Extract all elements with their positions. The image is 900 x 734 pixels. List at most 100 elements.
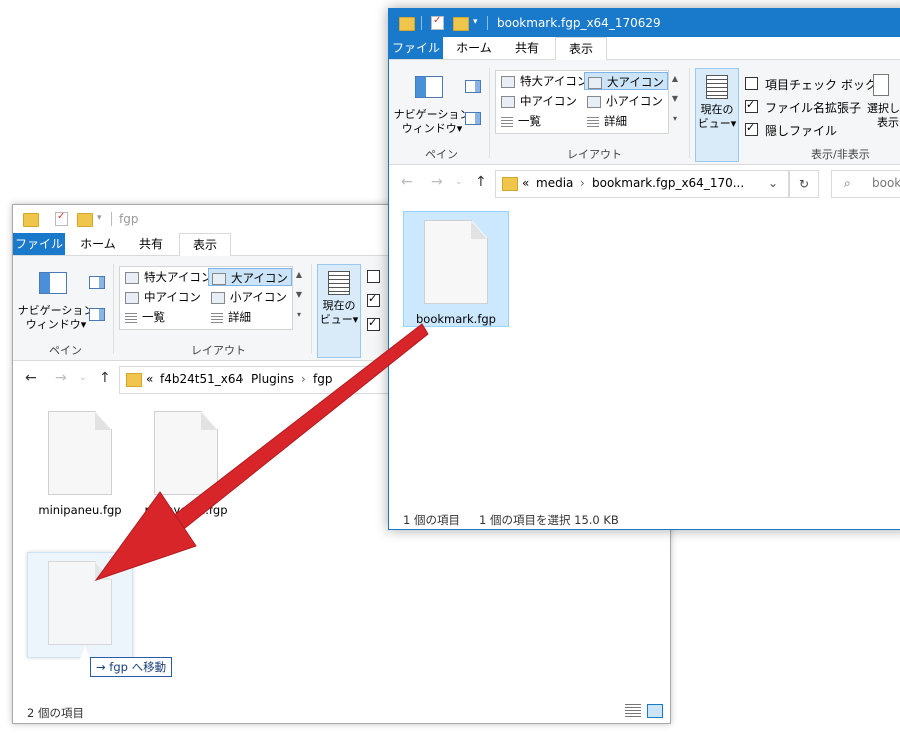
back-arrow-icon[interactable]: ← (25, 370, 37, 386)
back-arrow-icon[interactable]: ← (401, 174, 413, 190)
checkbox[interactable] (745, 98, 758, 113)
checkbox-item-check[interactable] (367, 270, 387, 285)
new-folder-icon[interactable] (77, 213, 93, 227)
tab-home[interactable]: ホーム (449, 37, 499, 59)
layout-list[interactable]: 一覧 (122, 308, 165, 326)
recent-locations-icon[interactable]: ⌄ (79, 373, 87, 383)
checkbox-hidden[interactable] (367, 316, 387, 333)
layout-small-icons[interactable]: 小アイコン (584, 92, 663, 110)
gallery-down-icon[interactable]: ▼ (669, 94, 681, 103)
new-folder-icon[interactable] (453, 17, 469, 31)
breadcrumb-f4b24t51[interactable]: f4b24t51_x64 (160, 372, 243, 386)
tab-view[interactable]: 表示 (555, 37, 607, 61)
tab-share[interactable]: 共有 (505, 37, 549, 59)
up-arrow-icon[interactable]: ↑ (99, 370, 111, 386)
gallery-down-icon[interactable]: ▼ (293, 290, 305, 299)
customize-toolbar-icon[interactable]: ▾ (473, 17, 478, 31)
layout-small-icons[interactable]: 小アイコン (208, 288, 287, 306)
checkbox-extensions[interactable]: ファイル名拡張子 (745, 98, 861, 116)
address-dropdown-icon[interactable]: ⌄ (768, 176, 778, 190)
file-minipaneu[interactable]: minipaneu.fgp (35, 411, 125, 517)
checkbox[interactable] (745, 77, 758, 90)
layout-extra-large-icons[interactable]: 特大アイコン (122, 268, 212, 286)
checkbox-hidden[interactable]: 隠しファイル (745, 121, 837, 139)
breadcrumb-plugins[interactable]: Plugins (251, 372, 294, 386)
file-replaygain[interactable]: replaygain.fgp (141, 411, 231, 517)
navigation-pane-button[interactable]: ナビゲーション ウィンドウ▾ (393, 72, 471, 136)
sort-by-icon (328, 271, 350, 295)
address-bar[interactable]: « f4b24t51_x64 › Plugins › fgp (119, 366, 421, 394)
layout-details[interactable]: 詳細 (584, 112, 627, 130)
title-bar[interactable]: ▾ bookmark.fgp_x64_170629 (389, 9, 900, 37)
gallery-up-icon[interactable]: ▲ (669, 74, 681, 83)
layout-extra-large-icons[interactable]: 特大アイコン (498, 72, 588, 90)
current-view-button[interactable]: 現在の ビュー▾ (317, 264, 361, 358)
breadcrumb-fgp[interactable]: fgp (313, 372, 332, 386)
layout-details[interactable]: 詳細 (208, 308, 251, 326)
layout-large-icons[interactable]: 大アイコン (208, 268, 292, 286)
layout-label: 特大アイコン (144, 270, 213, 284)
tab-view[interactable]: 表示 (179, 233, 231, 257)
checkbox[interactable] (367, 270, 380, 283)
breadcrumb-media[interactable]: media (536, 176, 573, 190)
details-pane-icon[interactable] (465, 112, 481, 125)
medium-icons-icon (125, 291, 139, 304)
current-view-label-2: ビュー▾ (319, 313, 359, 326)
large-icons-view-icon[interactable] (646, 703, 663, 718)
folder-icon (502, 177, 518, 191)
preview-pane-icon[interactable] (89, 276, 105, 289)
recent-locations-icon[interactable]: ⌄ (455, 177, 463, 187)
gallery-more-icon[interactable]: ▾ (293, 310, 305, 319)
checkbox[interactable] (367, 316, 380, 331)
properties-icon[interactable] (431, 15, 444, 30)
tab-file[interactable]: ファイル (389, 37, 443, 59)
gallery-more-icon[interactable]: ▾ (669, 114, 681, 123)
checkbox[interactable] (367, 292, 380, 307)
breadcrumb-separator[interactable]: › (580, 176, 585, 190)
breadcrumb-overflow[interactable]: « (522, 176, 529, 190)
refresh-button[interactable]: ↻ (789, 170, 819, 198)
layout-medium-icons[interactable]: 中アイコン (122, 288, 201, 306)
breadcrumb-separator[interactable]: › (301, 372, 306, 386)
preview-pane-icon[interactable] (465, 80, 481, 93)
refresh-icon: ↻ (798, 177, 810, 191)
file-name: minipaneu.fgp (38, 503, 122, 517)
layout-large-icons[interactable]: 大アイコン (584, 72, 668, 90)
details-pane-icon[interactable] (89, 308, 105, 321)
hide-selected-button[interactable]: 選択し 表示 (867, 74, 900, 130)
layout-label: 小アイコン (230, 290, 287, 304)
navigation-pane-label-2: ウィンドウ▾ (25, 318, 87, 331)
tab-home[interactable]: ホーム (73, 233, 123, 255)
checkbox-extensions[interactable] (367, 292, 387, 309)
layout-group-label: レイアウト (567, 148, 622, 161)
address-bar[interactable]: « media › bookmark.fgp_x64_170... ⌄ (495, 170, 789, 198)
window-title: bookmark.fgp_x64_170629 (497, 16, 661, 30)
current-view-button[interactable]: 現在の ビュー▾ (695, 68, 739, 162)
properties-icon[interactable] (55, 211, 68, 226)
details-view-icon[interactable] (625, 703, 641, 718)
file-bookmark[interactable]: bookmark.fgp (403, 211, 509, 327)
layout-list[interactable]: 一覧 (498, 112, 541, 130)
tab-file[interactable]: ファイル (13, 233, 65, 255)
customize-toolbar-icon[interactable]: ▾ (97, 213, 102, 227)
explorer-window-bookmark[interactable]: ▾ bookmark.fgp_x64_170629 ファイル ホーム 共有 表示… (388, 8, 900, 530)
forward-arrow-icon[interactable]: → (431, 174, 443, 190)
layout-medium-icons[interactable]: 中アイコン (498, 92, 577, 110)
folder-icon (126, 373, 142, 387)
file-name: bookmark.fgp (416, 312, 496, 326)
list-icon (125, 312, 137, 323)
details-icon (587, 116, 599, 127)
current-view-label-2: ビュー▾ (697, 117, 737, 130)
tab-share[interactable]: 共有 (129, 233, 173, 255)
layout-label: 一覧 (142, 310, 165, 324)
checkbox[interactable] (745, 121, 758, 136)
search-input[interactable]: ⌕ book (831, 170, 900, 198)
breadcrumb-overflow[interactable]: « (146, 372, 153, 386)
navigation-pane-button[interactable]: ナビゲーション ウィンドウ▾ (17, 268, 95, 332)
forward-arrow-icon[interactable]: → (55, 370, 67, 386)
breadcrumb-bookmark[interactable]: bookmark.fgp_x64_170... (592, 176, 744, 190)
file-name: replaygain.fgp (144, 503, 228, 517)
gallery-up-icon[interactable]: ▲ (293, 270, 305, 279)
breadcrumb-separator[interactable]: › (239, 372, 244, 386)
up-arrow-icon[interactable]: ↑ (475, 174, 487, 190)
